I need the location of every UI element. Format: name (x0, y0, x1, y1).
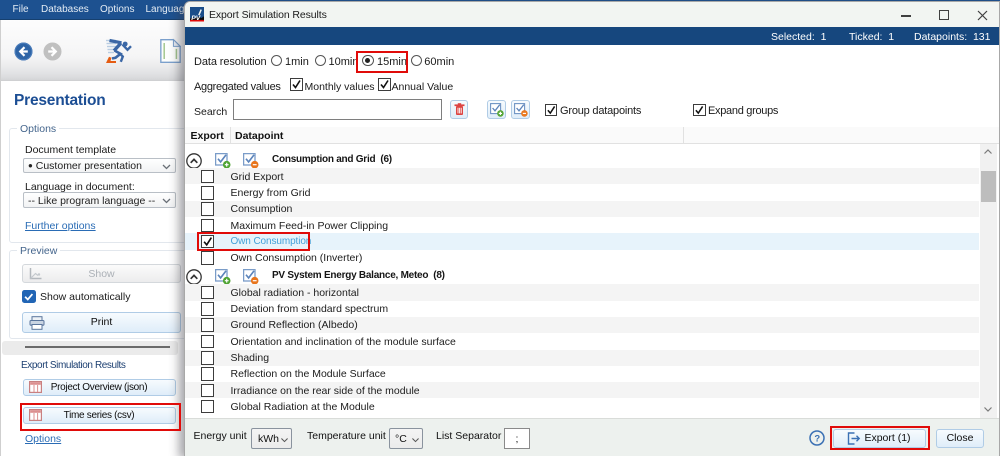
svg-text:?: ? (814, 433, 820, 444)
svg-text:PV: PV (191, 15, 202, 22)
